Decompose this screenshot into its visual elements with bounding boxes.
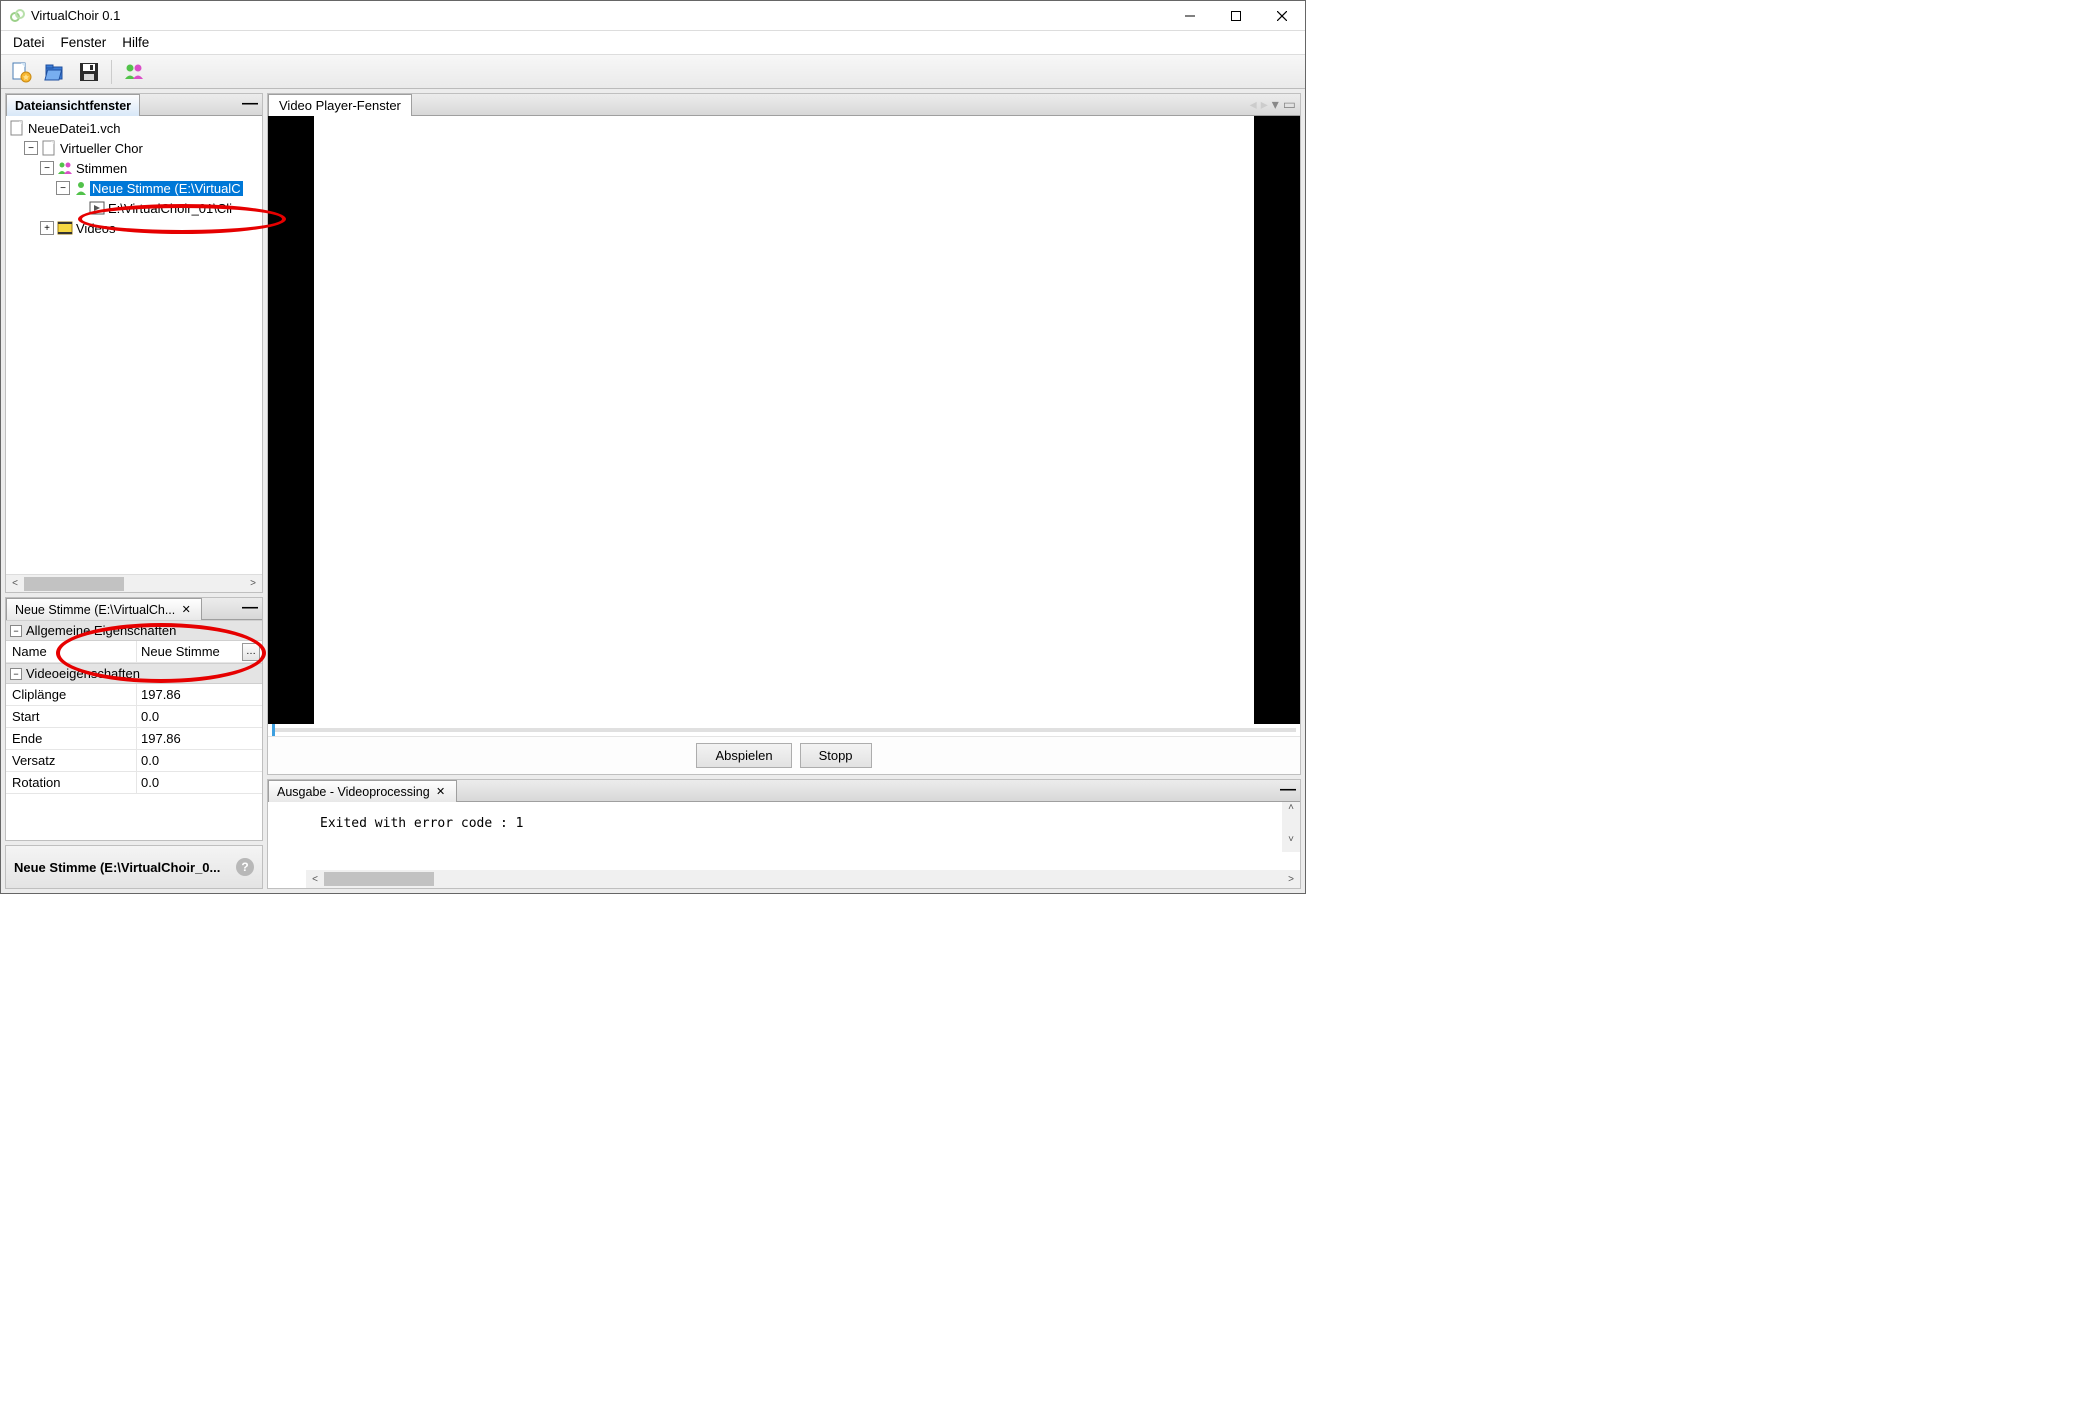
tree-panel-title: Dateiansichtfenster [15, 99, 131, 113]
tree-root[interactable]: NeueDatei1.vch [6, 118, 262, 138]
prop-cliplength[interactable]: Cliplänge197.86 [6, 684, 262, 706]
output-vertical-scrollbar[interactable]: ˄˅ [1282, 802, 1300, 852]
collapse-icon[interactable]: − [40, 161, 54, 175]
prop-end[interactable]: Ende197.86 [6, 728, 262, 750]
minimize-button[interactable] [1167, 1, 1213, 31]
section-general[interactable]: −Allgemeine Eigenschaften [6, 620, 262, 641]
video-letterbox-left [268, 116, 314, 724]
collapse-icon[interactable]: − [24, 141, 38, 155]
people-button[interactable] [118, 57, 150, 87]
video-clip-icon [88, 200, 106, 216]
tab-prev-icon[interactable]: ◂ [1250, 96, 1257, 113]
new-file-button[interactable] [5, 57, 37, 87]
video-canvas [314, 116, 1254, 724]
output-close-button[interactable]: ✕ [434, 785, 448, 798]
video-surface [268, 116, 1300, 724]
prop-start[interactable]: Start0.0 [6, 706, 262, 728]
section-video[interactable]: −Videoeigenschaften [6, 663, 262, 684]
tree-panel-tab[interactable]: Dateiansichtfenster [6, 94, 140, 116]
file-icon [40, 140, 58, 156]
tree-neue-stimme[interactable]: − Neue Stimme (E:\VirtualC [6, 178, 262, 198]
expand-icon[interactable]: + [40, 221, 54, 235]
tree-view[interactable]: NeueDatei1.vch − Virtueller Chor − Stimm… [6, 116, 262, 574]
tab-menu-icon[interactable]: ▾ [1272, 96, 1279, 113]
people-icon [56, 160, 74, 176]
output-horizontal-scrollbar[interactable]: < > [306, 870, 1300, 888]
tree-virtueller-chor[interactable]: − Virtueller Chor [6, 138, 262, 158]
maximize-button[interactable] [1213, 1, 1259, 31]
tab-next-icon[interactable]: ▸ [1261, 96, 1268, 113]
menu-help[interactable]: Hilfe [114, 33, 157, 52]
menubar: Datei Fenster Hilfe [1, 31, 1305, 55]
properties-panel-title: Neue Stimme (E:\VirtualCh... [15, 603, 175, 617]
tree-stimmen[interactable]: − Stimmen [6, 158, 262, 178]
help-icon[interactable]: ? [236, 858, 254, 876]
properties-panel-tab[interactable]: Neue Stimme (E:\VirtualCh... ✕ [6, 598, 202, 620]
file-icon [8, 120, 26, 136]
output-panel-tab[interactable]: Ausgabe - Videoprocessing ✕ [268, 780, 457, 802]
video-player-tab[interactable]: Video Player-Fenster [268, 94, 412, 116]
person-icon [72, 180, 90, 196]
tab-nav: ◂ ▸ ▾ ▭ [412, 94, 1300, 116]
tree-clip[interactable]: E:\VirtualChoir_01\Cli [6, 198, 262, 218]
menu-file[interactable]: Datei [5, 33, 53, 52]
output-minimize-button[interactable]: — [1278, 780, 1298, 800]
tree-panel-minimize-button[interactable]: — [240, 94, 260, 114]
tab-maximize-icon[interactable]: ▭ [1283, 96, 1296, 113]
status-bar: Neue Stimme (E:\VirtualChoir_0... ? [5, 845, 263, 889]
properties-close-button[interactable]: ✕ [179, 603, 193, 616]
menu-window[interactable]: Fenster [53, 33, 115, 52]
close-button[interactable] [1259, 1, 1305, 31]
tree-horizontal-scrollbar[interactable]: < > [6, 574, 262, 592]
prop-rotation[interactable]: Rotation0.0 [6, 772, 262, 794]
name-edit-button[interactable]: … [242, 643, 260, 661]
video-letterbox-right [1254, 116, 1300, 724]
toolbar-separator [111, 60, 112, 84]
window-title: VirtualChoir 0.1 [31, 8, 1167, 23]
prop-name[interactable]: Name Neue Stimme… [6, 641, 262, 663]
prop-offset[interactable]: Versatz0.0 [6, 750, 262, 772]
save-button[interactable] [73, 57, 105, 87]
open-file-button[interactable] [39, 57, 71, 87]
play-button[interactable]: Abspielen [696, 743, 791, 768]
properties-minimize-button[interactable]: — [240, 598, 260, 618]
app-icon [9, 8, 25, 24]
video-slider[interactable] [268, 724, 1300, 736]
output-text[interactable]: Exited with error code : 1 [268, 802, 1300, 831]
toolbar [1, 55, 1305, 89]
stop-button[interactable]: Stopp [800, 743, 872, 768]
collapse-icon[interactable]: − [56, 181, 70, 195]
film-icon [56, 220, 74, 236]
status-text: Neue Stimme (E:\VirtualChoir_0... [14, 860, 230, 875]
tree-videos[interactable]: + Videos [6, 218, 262, 238]
titlebar: VirtualChoir 0.1 [1, 1, 1305, 31]
